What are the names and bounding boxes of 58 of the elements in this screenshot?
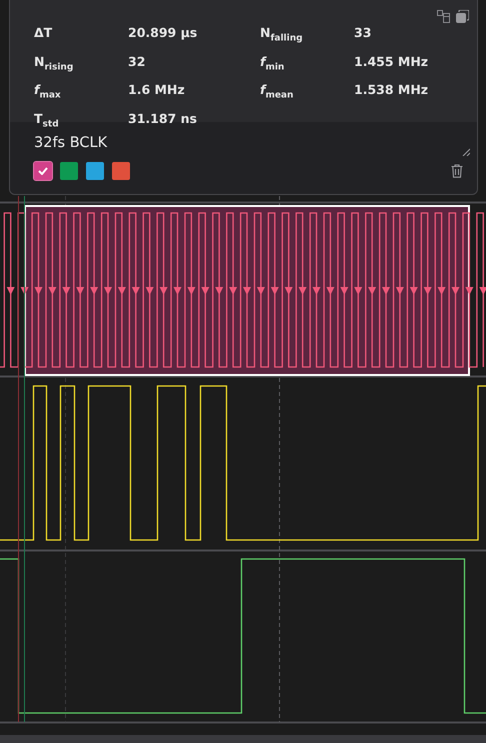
resize-grip-icon[interactable] [462, 148, 470, 156]
edge-marker [34, 287, 42, 295]
edge-marker [410, 287, 418, 295]
edge-marker [6, 287, 15, 295]
edge-marker [452, 287, 460, 295]
edge-marker [118, 287, 126, 295]
edge-marker [20, 287, 29, 295]
stat-value: 1.538 MHz [354, 81, 430, 99]
edge-marker [424, 287, 432, 295]
scroll-bar[interactable] [0, 735, 486, 743]
stat-value: 33 [354, 24, 372, 42]
delete-icon[interactable] [451, 164, 463, 178]
stat-value: 1.455 MHz [354, 52, 430, 70]
edge-marker [132, 287, 140, 295]
edge-marker [284, 287, 293, 295]
color-swatch[interactable] [86, 162, 104, 180]
edge-marker [340, 287, 348, 295]
edge-marker [326, 287, 334, 295]
edge-marker [243, 287, 251, 295]
edge-marker [354, 287, 362, 295]
stat-value: 20.899 µs [128, 24, 198, 42]
edge-marker [187, 287, 196, 295]
stat-label: N$_{falling}$ [260, 24, 304, 46]
edge-marker [146, 287, 154, 295]
edge-marker [465, 287, 474, 295]
edge-marker [62, 287, 70, 295]
stat-label: N$_{rising}$ [34, 52, 74, 74]
stat-label: ΔT [34, 24, 54, 42]
color-swatch[interactable] [60, 162, 78, 180]
stat-value: 1.6 MHz [128, 81, 186, 99]
edge-marker [215, 287, 224, 295]
edge-marker [201, 287, 210, 295]
edge-marker [270, 287, 279, 295]
edge-marker [479, 287, 486, 295]
stat-label: f$_{max}$ [34, 81, 62, 102]
edge-marker [312, 287, 320, 295]
color-swatch[interactable] [112, 162, 130, 180]
edge-marker [90, 287, 98, 295]
edge-marker [76, 287, 84, 295]
edge-marker [298, 287, 307, 295]
edge-marker [396, 287, 404, 295]
edge-marker [438, 287, 446, 295]
stat-value: 32 [128, 52, 146, 70]
stat-label: f$_{mean}$ [260, 81, 294, 102]
stat-value: 31.187 ns [128, 110, 198, 128]
grid-icon[interactable] [437, 10, 450, 23]
color-swatch[interactable] [34, 162, 52, 180]
edge-marker [382, 287, 390, 295]
copy-icon[interactable] [456, 10, 469, 23]
edge-marker [104, 287, 112, 295]
edge-marker [160, 287, 168, 295]
edge-marker [368, 287, 376, 295]
stat-label: T$_{std}$ [34, 110, 60, 131]
edge-marker [48, 287, 56, 295]
stat-label: f$_{min}$ [260, 52, 286, 74]
edge-marker [174, 287, 182, 295]
edge-marker [256, 287, 265, 295]
edge-marker [229, 287, 238, 295]
